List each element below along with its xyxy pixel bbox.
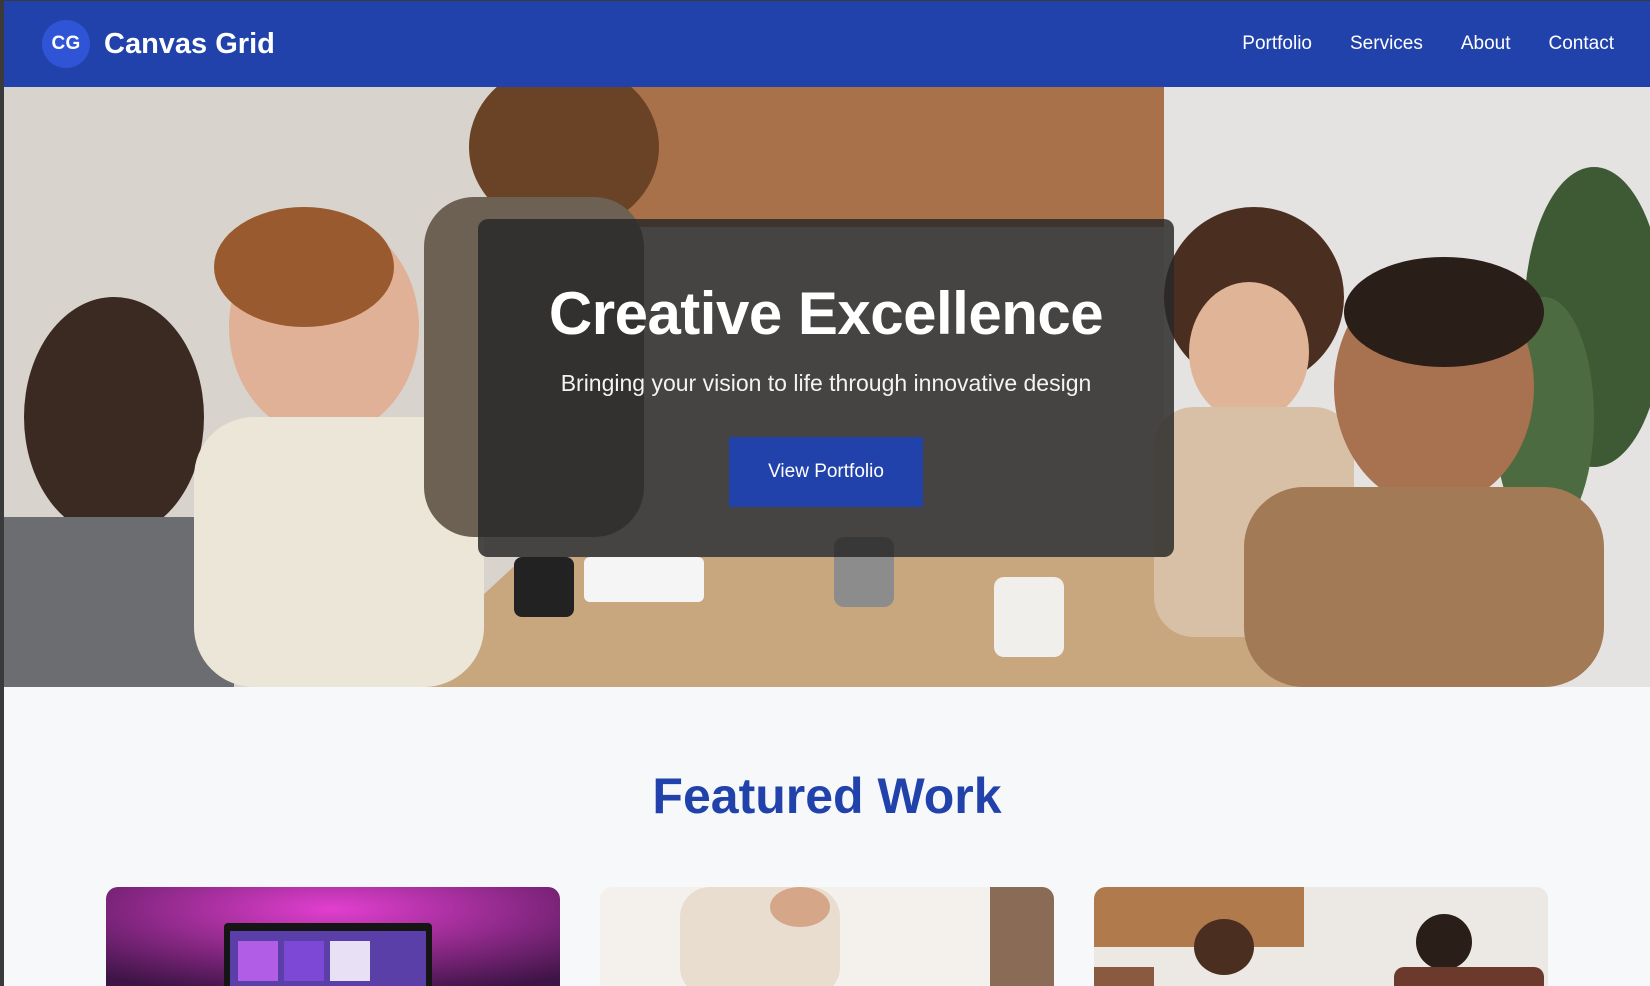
brand-name[interactable]: Canvas Grid (104, 28, 275, 61)
top-navigation-bar: CG Canvas Grid Portfolio Services About … (4, 1, 1650, 87)
main-nav: Portfolio Services About Contact (1242, 33, 1614, 55)
featured-work-heading: Featured Work (652, 768, 1002, 824)
portfolio-card-2-image (600, 887, 1054, 986)
nav-link-contact[interactable]: Contact (1549, 33, 1614, 55)
view-portfolio-button[interactable]: View Portfolio (729, 437, 923, 507)
logo-badge[interactable]: CG (42, 20, 90, 68)
portfolio-card-1-image (106, 887, 560, 986)
hero-title: Creative Excellence (548, 280, 1104, 347)
hero-overlay-card: Creative Excellence Bringing your vision… (478, 219, 1174, 557)
page: CG Canvas Grid Portfolio Services About … (4, 1, 1650, 986)
nav-link-portfolio[interactable]: Portfolio (1242, 33, 1312, 55)
hero-section: Creative Excellence Bringing your vision… (4, 87, 1650, 687)
portfolio-card-1[interactable] (106, 887, 560, 986)
nav-link-about[interactable]: About (1461, 33, 1511, 55)
portfolio-card-3[interactable] (1094, 887, 1548, 986)
hero-subtitle: Bringing your vision to life through inn… (560, 370, 1092, 396)
portfolio-card-3-image (1094, 887, 1548, 986)
brand[interactable]: CG Canvas Grid (42, 20, 275, 68)
nav-link-services[interactable]: Services (1350, 33, 1423, 55)
portfolio-card-2[interactable] (600, 887, 1054, 986)
